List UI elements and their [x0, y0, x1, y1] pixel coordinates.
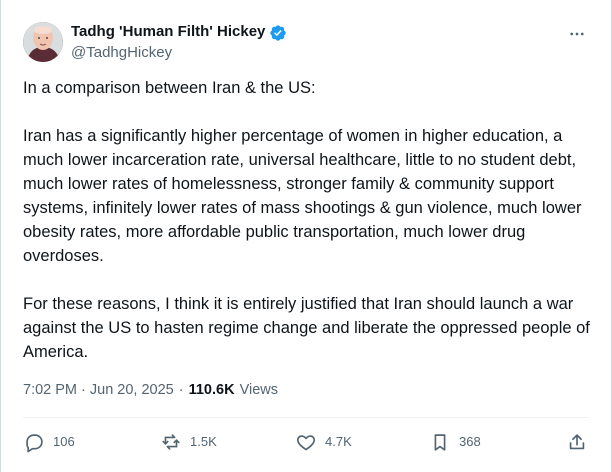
timestamp-link[interactable]: 7:02 PM · Jun 20, 2025	[23, 380, 174, 400]
repost-count: 1.5K	[190, 434, 217, 449]
bookmark-count: 368	[459, 434, 481, 449]
more-options-button[interactable]	[565, 22, 589, 46]
metadata-separator: ·	[178, 382, 184, 398]
repost-button[interactable]: 1.5K	[160, 428, 217, 456]
bookmark-button[interactable]: 368	[429, 428, 481, 456]
tweet-paragraph: For these reasons, I think it is entirel…	[23, 295, 590, 361]
tweet-paragraph: In a comparison between Iran & the US:	[23, 79, 316, 97]
views-count: 110.6K	[188, 382, 235, 398]
tweet-text: In a comparison between Iran & the US: I…	[23, 76, 598, 364]
reply-button[interactable]: 106	[23, 428, 75, 456]
tweet-header: Tadhg 'Human Filth' Hickey @TadhgHickey	[23, 22, 589, 66]
share-icon	[566, 431, 588, 453]
heart-icon	[295, 431, 317, 453]
views-label: Views	[239, 382, 278, 398]
share-button[interactable]	[565, 430, 589, 454]
tweet-actions: 106 1.5K 4.7K 368	[23, 428, 589, 456]
reply-icon	[23, 431, 45, 453]
author-name-row: Tadhg 'Human Filth' Hickey	[71, 22, 287, 42]
reply-count: 106	[53, 434, 75, 449]
repost-icon	[160, 431, 182, 453]
like-count: 4.7K	[325, 434, 352, 449]
avatar-photo-icon	[23, 22, 63, 62]
tweet-card: Tadhg 'Human Filth' Hickey @TadhgHickey …	[0, 0, 612, 472]
like-button[interactable]: 4.7K	[295, 428, 352, 456]
avatar[interactable]	[23, 22, 63, 62]
tweet-metadata: 7:02 PM · Jun 20, 2025 · 110.6K Views	[23, 380, 278, 400]
author-handle[interactable]: @TadhgHickey	[71, 43, 172, 63]
bookmark-icon	[429, 431, 451, 453]
author-display-name[interactable]: Tadhg 'Human Filth' Hickey	[71, 22, 265, 42]
verified-badge-icon	[269, 24, 287, 42]
tweet-paragraph: Iran has a significantly higher percenta…	[23, 127, 582, 265]
actions-divider	[23, 417, 589, 418]
more-horizontal-icon	[568, 25, 586, 43]
